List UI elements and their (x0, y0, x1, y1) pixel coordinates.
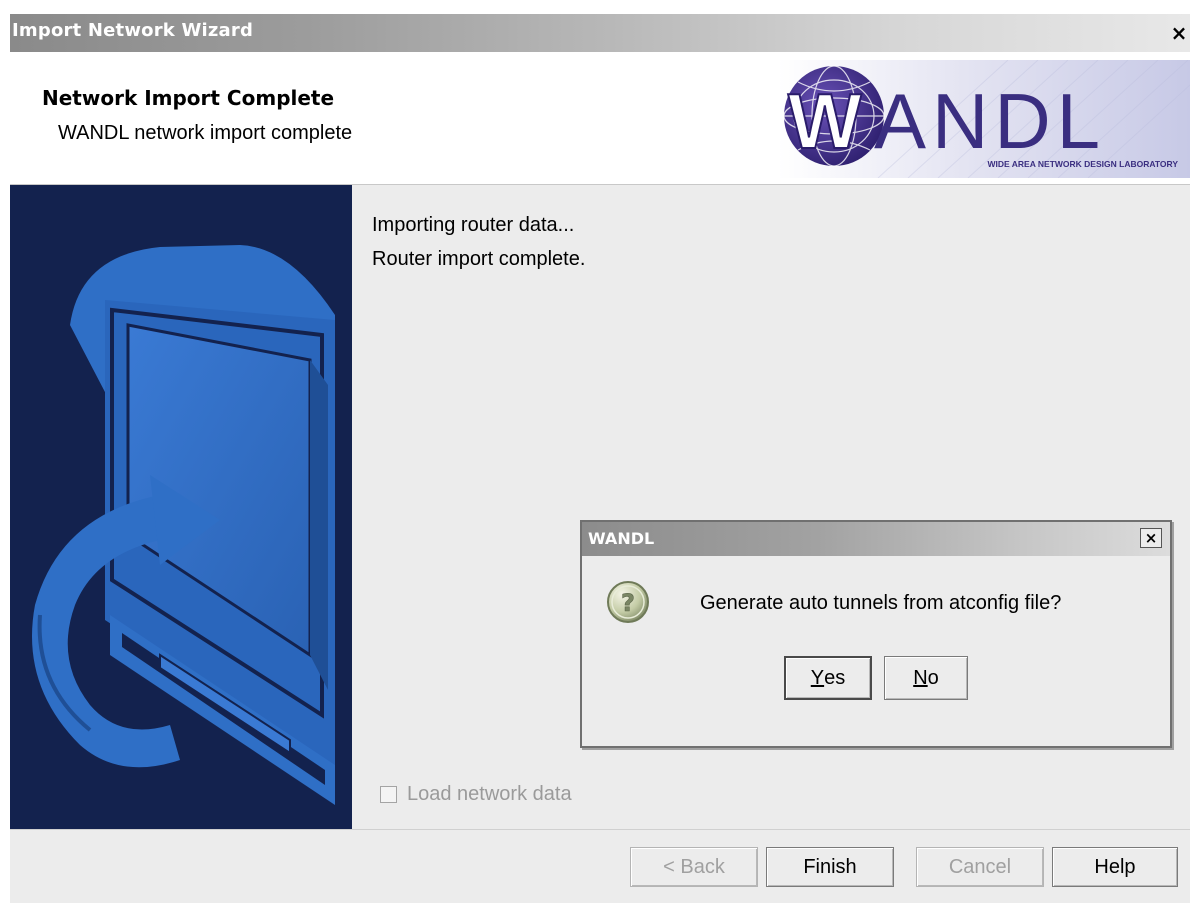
wizard-side-graphic (10, 185, 352, 829)
finish-button[interactable]: Finish (766, 847, 894, 887)
svg-text:W: W (788, 77, 862, 165)
close-icon[interactable]: × (1168, 22, 1190, 44)
window-title: Import Network Wizard (12, 20, 254, 41)
dialog-title: WANDL (588, 529, 655, 548)
dialog-title-bar[interactable]: WANDL × (582, 522, 1170, 556)
no-mnemonic: N (913, 666, 928, 689)
checkbox-label: Load network data (407, 782, 572, 805)
import-network-wizard-window: Import Network Wizard × Network Import C… (10, 14, 1190, 903)
yes-mnemonic: Y (810, 666, 825, 689)
dialog-message: Generate auto tunnels from atconfig file… (700, 592, 1062, 614)
title-bar[interactable]: Import Network Wizard × (10, 14, 1190, 52)
confirm-dialog: WANDL × ? Generate auto tunnels from atc… (580, 520, 1172, 748)
question-icon: ? (607, 581, 649, 623)
yes-button[interactable]: Yes (784, 656, 872, 700)
no-button[interactable]: No (884, 656, 968, 700)
dialog-close-icon[interactable]: × (1140, 528, 1162, 548)
svg-text:ANDL: ANDL (874, 77, 1106, 165)
no-label: o (927, 666, 939, 689)
wandl-logo: W ANDL WIDE AREA NETWORK DESIGN LABORATO… (778, 60, 1190, 178)
page-subtitle: WANDL network import complete (58, 122, 353, 144)
load-network-data-checkbox[interactable]: Load network data (380, 781, 572, 807)
yes-label: es (824, 666, 846, 689)
wizard-button-bar: < Back Finish Cancel Help (10, 829, 1190, 903)
page-title: Network Import Complete (42, 86, 335, 110)
status-line-importing: Importing router data... (372, 214, 575, 236)
svg-text:?: ? (621, 589, 635, 617)
svg-text:WIDE AREA NETWORK DESIGN LABOR: WIDE AREA NETWORK DESIGN LABORATORY (988, 159, 1179, 169)
status-line-complete: Router import complete. (372, 248, 586, 270)
back-button[interactable]: < Back (630, 847, 758, 887)
import-graphic (32, 245, 335, 805)
checkbox-box[interactable] (380, 785, 397, 803)
cancel-button[interactable]: Cancel (916, 847, 1044, 887)
help-button[interactable]: Help (1052, 847, 1178, 887)
wizard-header: Network Import Complete WANDL network im… (10, 52, 1190, 185)
